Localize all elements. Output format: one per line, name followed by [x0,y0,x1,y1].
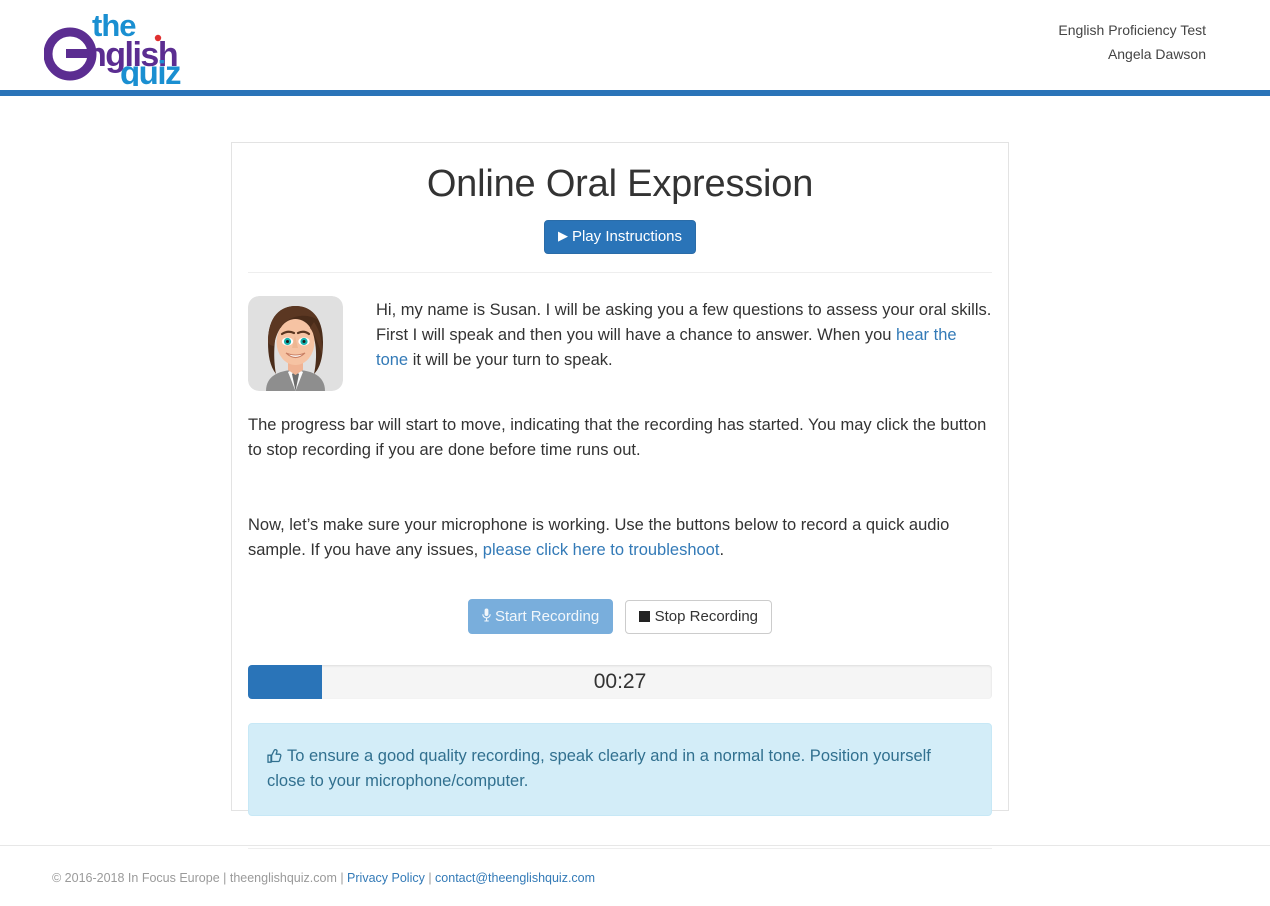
contact-email-link[interactable]: contact@theenglishquiz.com [435,871,595,885]
recording-buttons-row: Start Recording Stop Recording [248,599,992,634]
troubleshoot-link[interactable]: please click here to troubleshoot [483,541,720,559]
site-logo[interactable]: the nglish quiz [44,4,214,86]
oral-expression-card: Online Oral Expression ▶ Play Instruction… [231,142,1009,849]
intro-text: Hi, my name is Susan. I will be asking y… [376,296,992,373]
svg-text:quiz: quiz [120,54,181,86]
microphone-icon [482,608,491,627]
play-instructions-label: Play Instructions [571,228,683,245]
avatar [248,296,343,391]
play-instructions-row: ▶ Play Instructions [248,220,992,254]
progress-time-label: 00:27 [593,670,647,693]
page-title: Online Oral Expression [426,163,814,205]
privacy-policy-link[interactable]: Privacy Policy [347,871,425,885]
divider-top [248,272,992,273]
page-header: the nglish quiz English Proficiency Test… [0,0,1270,90]
recording-progress-bar: 00:27 [248,665,992,699]
start-recording-label: Start Recording [494,608,600,625]
stop-recording-label: Stop Recording [654,607,759,625]
play-icon: ▶ [557,228,568,243]
page-footer: © 2016-2018 In Focus Europe | theenglish… [0,845,1270,886]
recording-tip-text: To ensure a good quality recording, spea… [267,747,931,790]
footer-text: © 2016-2018 In Focus Europe | theenglish… [0,846,1270,886]
intro-text-after: it will be your turn to speak. [408,351,613,369]
thumbs-up-icon [267,746,282,771]
avatar-icon [248,296,343,391]
footer-copyright: © 2016-2018 In Focus Europe | theenglish… [52,871,348,885]
recording-tip-alert: To ensure a good quality recording, spea… [248,723,992,816]
user-name: Angela Dawson [1107,46,1206,62]
logo-icon: the nglish quiz [44,8,182,86]
start-recording-button[interactable]: Start Recording [467,599,614,634]
microphone-check-paragraph: Now, let’s make sure your microphone is … [248,513,992,563]
play-instructions-button[interactable]: ▶ Play Instructions [543,220,697,254]
test-name: English Proficiency Test [1058,22,1206,38]
page-body: Online Oral Expression ▶ Play Instruction… [0,96,1270,849]
progress-instructions-paragraph: The progress bar will start to move, ind… [248,416,987,459]
footer-separator: | [424,871,436,885]
header-user-info: English Proficiency Test Angela Dawson [1058,18,1206,66]
stop-square-icon [638,610,650,622]
stop-recording-button[interactable]: Stop Recording [624,599,773,634]
intro-block: Hi, my name is Susan. I will be asking y… [248,296,992,391]
mic-paragraph-after: . [719,541,725,559]
